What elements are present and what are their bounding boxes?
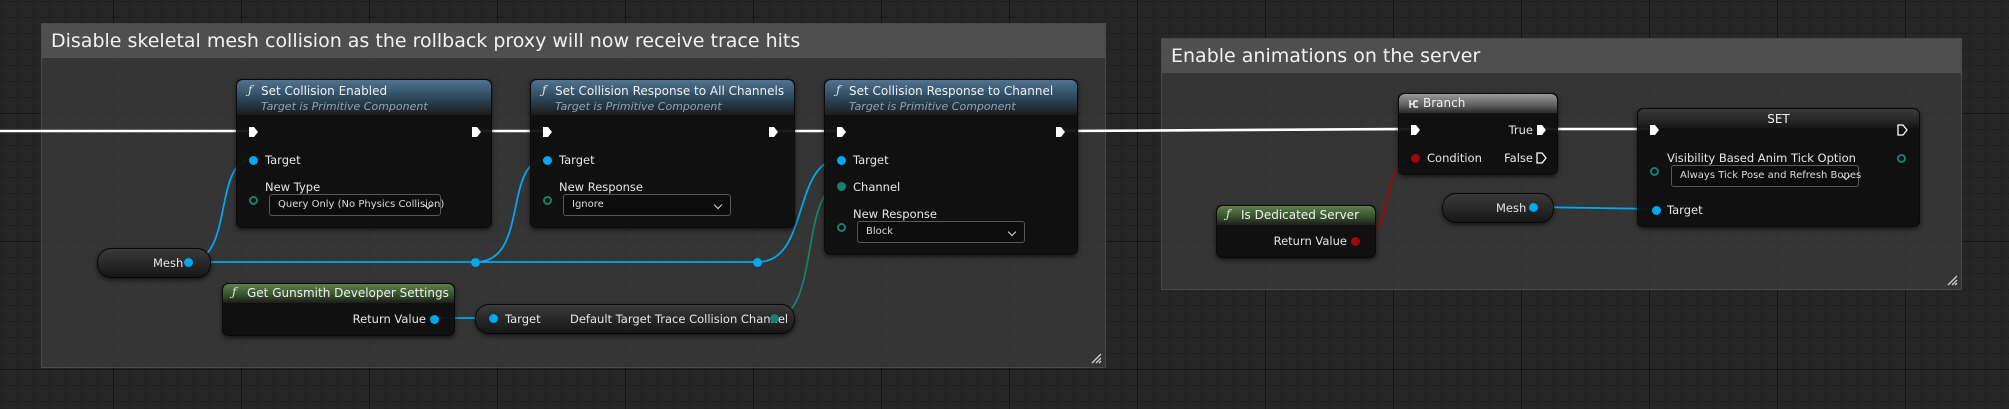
- exec-in-pin-icon[interactable]: [542, 126, 553, 138]
- node-title: Set Collision Response to All Channels: [555, 84, 785, 98]
- condition-pin-icon[interactable]: [1411, 154, 1420, 163]
- function-icon: ƒ: [836, 83, 841, 97]
- new-response-pin-icon[interactable]: [837, 223, 846, 232]
- node-set-collision-response-all[interactable]: ƒ Set Collision Response to All Channels…: [530, 79, 795, 228]
- node-get-gunsmith-developer-settings[interactable]: ƒ Get Gunsmith Developer Settings Return…: [222, 283, 455, 336]
- mesh-output-pin-icon[interactable]: [1529, 203, 1538, 212]
- resize-grip-icon[interactable]: [1947, 275, 1958, 286]
- target-pin-icon[interactable]: [489, 314, 498, 323]
- node-subtitle: Target is Primitive Component: [849, 100, 1016, 113]
- target-pin-icon[interactable]: [543, 156, 552, 165]
- node-title: Is Dedicated Server: [1241, 208, 1360, 222]
- mesh-variable-node[interactable]: Mesh: [1442, 193, 1554, 223]
- exec-false-pin-icon[interactable]: [1536, 152, 1547, 164]
- new-response-dropdown[interactable]: Block: [857, 221, 1025, 243]
- function-icon: ƒ: [1226, 207, 1231, 221]
- target-pin-icon[interactable]: [837, 156, 846, 165]
- function-icon: ƒ: [232, 285, 237, 299]
- target-pin-icon[interactable]: [249, 156, 258, 165]
- exec-true-pin-icon[interactable]: [1536, 124, 1547, 136]
- node-branch[interactable]: Branch True Condition False: [1398, 93, 1558, 175]
- node-subtitle: Target is Primitive Component: [261, 100, 428, 113]
- pin-label-new-response: New Response: [559, 180, 643, 194]
- function-icon: ƒ: [248, 83, 253, 97]
- branch-icon: [1409, 100, 1418, 108]
- node-subtitle: Target is Primitive Component: [555, 100, 722, 113]
- exec-in-pin-icon[interactable]: [836, 126, 847, 138]
- pin-label-property: Visibility Based Anim Tick Option: [1667, 151, 1856, 165]
- node-title: Branch: [1423, 96, 1466, 110]
- pin-label-return-value: Return Value: [352, 312, 426, 326]
- pin-label-target: Target: [853, 153, 889, 167]
- dropdown-value: Query Only (No Physics Collision): [278, 199, 445, 210]
- new-response-pin-icon[interactable]: [543, 196, 552, 205]
- exec-in-pin-icon[interactable]: [248, 126, 259, 138]
- exec-in-pin-icon[interactable]: [1649, 124, 1660, 136]
- node-title: Set Collision Response to Channel: [849, 84, 1054, 98]
- node-set-collision-enabled[interactable]: ƒ Set Collision Enabled Target is Primit…: [236, 79, 492, 228]
- dropdown-value: Block: [866, 226, 894, 237]
- reroute-knot[interactable]: [471, 258, 480, 267]
- property-input-pin-icon[interactable]: [1650, 167, 1659, 176]
- channel-output-pin-icon[interactable]: [770, 314, 779, 323]
- exec-out-pin-icon[interactable]: [471, 126, 482, 138]
- dropdown-value: Always Tick Pose and Refresh Bones: [1680, 170, 1862, 181]
- variable-label: Mesh: [153, 256, 184, 270]
- channel-pin-icon[interactable]: [837, 182, 846, 191]
- variable-label: Mesh: [1496, 201, 1527, 215]
- exec-out-pin-icon[interactable]: [768, 126, 779, 138]
- new-response-dropdown[interactable]: Ignore: [563, 194, 731, 216]
- chevron-down-icon: [1007, 227, 1017, 237]
- reroute-knot[interactable]: [753, 258, 762, 267]
- mesh-output-pin-icon[interactable]: [184, 258, 193, 267]
- pin-label-output: Default Target Trace Collision Channel: [570, 312, 789, 326]
- pin-label-new-type: New Type: [265, 180, 321, 194]
- pin-label-return-value: Return Value: [1273, 234, 1347, 248]
- node-is-dedicated-server[interactable]: ƒ Is Dedicated Server Return Value: [1216, 205, 1376, 258]
- pin-label-true: True: [1508, 123, 1533, 137]
- exec-in-pin-icon[interactable]: [1410, 124, 1421, 136]
- chevron-down-icon: [713, 200, 723, 210]
- pin-label-target: Target: [1667, 203, 1703, 217]
- node-set-collision-response-channel[interactable]: ƒ Set Collision Response to Channel Targ…: [824, 79, 1078, 255]
- property-output-pin-icon[interactable]: [1897, 154, 1906, 163]
- anim-tick-option-dropdown[interactable]: Always Tick Pose and Refresh Bones: [1671, 165, 1862, 187]
- pin-label-channel: Channel: [853, 180, 901, 194]
- new-type-pin-icon[interactable]: [249, 196, 258, 205]
- node-title: Get Gunsmith Developer Settings: [247, 286, 449, 300]
- comment-title: Disable skeletal mesh collision as the r…: [42, 24, 1105, 58]
- pin-label-new-response: New Response: [853, 207, 937, 221]
- return-value-pin-icon[interactable]: [1351, 237, 1360, 246]
- pin-label-condition: Condition: [1427, 151, 1482, 165]
- pin-label-target: Target: [559, 153, 595, 167]
- dropdown-value: Ignore: [572, 199, 604, 210]
- new-type-dropdown[interactable]: Query Only (No Physics Collision): [269, 194, 445, 216]
- node-title: SET: [1767, 112, 1790, 126]
- node-set-visibility-anim-tick[interactable]: SET Visibility Based Anim Tick Option Al…: [1637, 108, 1920, 227]
- exec-out-pin-icon[interactable]: [1897, 124, 1908, 136]
- comment-title: Enable animations on the server: [1162, 39, 1961, 73]
- exec-out-pin-icon[interactable]: [1055, 126, 1066, 138]
- pin-label-target: Target: [505, 312, 541, 326]
- function-icon: ƒ: [542, 83, 547, 97]
- target-pin-icon[interactable]: [1652, 206, 1661, 215]
- mesh-variable-node[interactable]: Mesh: [97, 248, 211, 278]
- default-trace-channel-node[interactable]: Target Default Target Trace Collision Ch…: [475, 304, 795, 334]
- pin-label-target: Target: [265, 153, 301, 167]
- pin-label-false: False: [1504, 151, 1533, 165]
- node-title: Set Collision Enabled: [261, 84, 388, 98]
- resize-grip-icon[interactable]: [1091, 353, 1102, 364]
- return-value-pin-icon[interactable]: [430, 315, 439, 324]
